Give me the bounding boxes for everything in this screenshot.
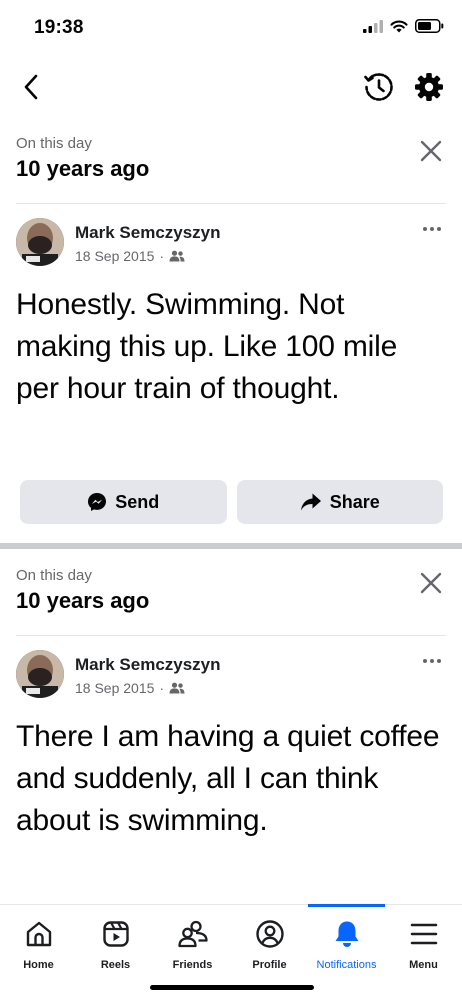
history-button[interactable] — [360, 68, 398, 106]
share-icon — [300, 493, 321, 511]
battery-icon — [415, 19, 444, 38]
back-icon — [24, 74, 38, 100]
status-time: 19:38 — [34, 17, 84, 38]
close-button[interactable] — [416, 568, 446, 598]
reels-icon — [102, 921, 129, 947]
nav-notifications-label: Notifications — [316, 959, 377, 971]
status-icons — [363, 19, 444, 38]
post-date[interactable]: 18 Sep 2015 — [75, 680, 154, 696]
post-author[interactable]: Mark Semczyszyn — [75, 223, 221, 243]
post-header: Mark Semczyszyn 18 Sep 2015 · — [16, 636, 446, 706]
home-icon — [26, 921, 51, 947]
section-separator — [0, 543, 462, 549]
gear-icon — [415, 73, 443, 101]
nav-friends-label: Friends — [172, 959, 213, 971]
send-button[interactable]: Send — [20, 480, 227, 524]
more-options-button[interactable] — [418, 220, 446, 238]
nav-reels[interactable]: Reels — [77, 905, 154, 977]
share-button[interactable]: Share — [236, 480, 443, 524]
nav-home[interactable]: Home — [0, 905, 77, 977]
friends-audience-icon — [169, 682, 185, 694]
status-bar: 19:38 — [0, 0, 462, 56]
share-label: Share — [329, 491, 380, 512]
close-icon — [420, 140, 442, 162]
nav-notifications[interactable]: Notifications — [308, 904, 385, 977]
memory-heading: 10 years ago — [16, 588, 150, 613]
menu-icon — [410, 923, 437, 945]
post-header: Mark Semczyszyn 18 Sep 2015 · — [16, 204, 446, 274]
nav-profile-label: Profile — [252, 959, 287, 971]
post-meta: 18 Sep 2015 · — [75, 680, 185, 696]
more-options-button[interactable] — [418, 652, 446, 670]
nav-menu-label: Menu — [409, 959, 438, 971]
messenger-icon — [88, 493, 107, 511]
history-icon — [364, 73, 393, 101]
post-text: There I am having a quiet coffee and sud… — [16, 720, 440, 837]
nav-reels-label: Reels — [100, 959, 131, 971]
back-button[interactable] — [14, 68, 48, 106]
memory-card: On this day 10 years ago Mark Semczyszyn… — [0, 128, 462, 524]
send-label: Send — [115, 491, 160, 512]
memory-card: On this day 10 years ago Mark Semczyszyn… — [0, 560, 462, 842]
settings-button[interactable] — [410, 68, 448, 106]
post-author[interactable]: Mark Semczyszyn — [75, 655, 221, 675]
avatar[interactable] — [16, 650, 64, 698]
wifi-icon — [390, 20, 408, 38]
meta-separator: · — [159, 248, 165, 264]
memory-actions: Send Share — [20, 480, 443, 524]
avatar[interactable] — [16, 218, 64, 266]
bell-icon — [335, 921, 358, 947]
meta-separator: · — [159, 680, 165, 696]
friends-audience-icon — [169, 250, 185, 262]
friends-icon — [177, 920, 208, 948]
nav-home-label: Home — [23, 959, 54, 971]
post-meta: 18 Sep 2015 · — [75, 248, 185, 264]
nav-profile[interactable]: Profile — [231, 905, 308, 977]
memory-label: On this day — [16, 567, 92, 584]
signal-icon — [363, 19, 383, 38]
post-date[interactable]: 18 Sep 2015 — [75, 248, 154, 264]
profile-icon — [255, 920, 284, 948]
bottom-nav: Home Reels Friends Profile Notifications… — [0, 904, 462, 1000]
post-text: Honestly. Swimming. Not making this up. … — [16, 288, 398, 405]
memory-header: On this day 10 years ago — [16, 560, 446, 636]
close-icon — [420, 572, 442, 594]
nav-menu[interactable]: Menu — [385, 905, 462, 977]
home-indicator — [150, 985, 314, 990]
memory-heading: 10 years ago — [16, 156, 150, 181]
memory-label: On this day — [16, 135, 92, 152]
top-bar — [0, 60, 462, 114]
nav-friends[interactable]: Friends — [154, 905, 231, 977]
close-button[interactable] — [416, 136, 446, 166]
memory-header: On this day 10 years ago — [16, 128, 446, 204]
